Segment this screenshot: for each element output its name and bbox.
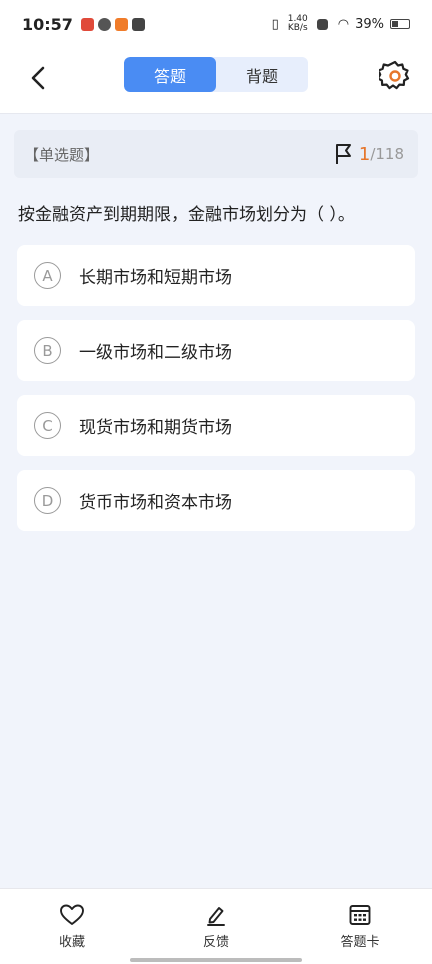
answer-card-button[interactable]: 答题卡 <box>320 903 400 950</box>
settings-button[interactable] <box>376 59 411 91</box>
option-letter: D <box>34 487 61 514</box>
total-questions: /118 <box>370 145 404 163</box>
chevron-left-icon <box>31 66 45 90</box>
option-d[interactable]: D 货币市场和资本市场 <box>17 470 415 531</box>
flag-icon[interactable] <box>335 143 353 165</box>
heart-icon <box>60 904 84 925</box>
option-text: 货币市场和资本市场 <box>79 493 232 513</box>
option-text: 一级市场和二级市场 <box>79 343 232 363</box>
tab-recite[interactable]: 背题 <box>216 57 308 92</box>
current-question-number: 1 <box>358 143 371 165</box>
gear-icon <box>376 60 410 90</box>
home-indicator[interactable] <box>130 958 302 962</box>
favorite-button[interactable]: 收藏 <box>32 903 112 950</box>
app-red-icon <box>80 17 94 31</box>
battery-icon <box>390 19 410 29</box>
wifi-icon: ◠ <box>337 16 350 32</box>
option-c[interactable]: C 现货市场和期货市场 <box>17 395 415 456</box>
tab-answer[interactable]: 答题 <box>124 57 216 92</box>
option-letter: C <box>34 412 61 439</box>
mode-tabs: 答题 背题 <box>124 57 308 92</box>
app-swirl-icon <box>97 17 111 31</box>
app-orange-icon <box>114 17 128 31</box>
option-letter: B <box>34 337 61 364</box>
status-right: ▯ 1.40 KB/s ◠ 39% <box>272 15 410 33</box>
option-letter: A <box>34 262 61 289</box>
bottom-bar: 收藏 反馈 答题卡 <box>0 888 432 964</box>
question-type: 【单选题】 <box>24 145 100 164</box>
vibrate-icon: ▯ <box>271 16 279 32</box>
option-b[interactable]: B 一级市场和二级市场 <box>17 320 415 381</box>
option-text: 现货市场和期货市场 <box>79 418 232 438</box>
question-text: 按金融资产到期期限，金融市场划分为（ ）。 <box>18 205 355 225</box>
top-bar: 答题 背题 <box>0 48 432 114</box>
answer-card-icon <box>349 905 371 925</box>
answer-card-label: 答题卡 <box>340 935 380 950</box>
sim-icon <box>316 18 328 30</box>
question-header: 【单选题】 1 /118 <box>14 130 418 178</box>
question-progress: 1 /118 <box>335 143 404 165</box>
feedback-button[interactable]: 反馈 <box>176 903 256 950</box>
battery-text: 39% <box>355 16 384 32</box>
net-speed: 1.40 KB/s <box>287 14 308 33</box>
feedback-label: 反馈 <box>202 935 229 950</box>
edit-icon <box>207 907 225 926</box>
mail-icon <box>131 17 145 31</box>
back-button[interactable] <box>22 62 54 94</box>
status-time: 10:57 <box>22 14 73 34</box>
option-a[interactable]: A 长期市场和短期市场 <box>17 245 415 306</box>
status-bar: 10:57 ▯ 1.40 KB/s ◠ 39% <box>0 0 432 48</box>
option-text: 长期市场和短期市场 <box>79 268 232 288</box>
favorite-label: 收藏 <box>58 935 85 950</box>
